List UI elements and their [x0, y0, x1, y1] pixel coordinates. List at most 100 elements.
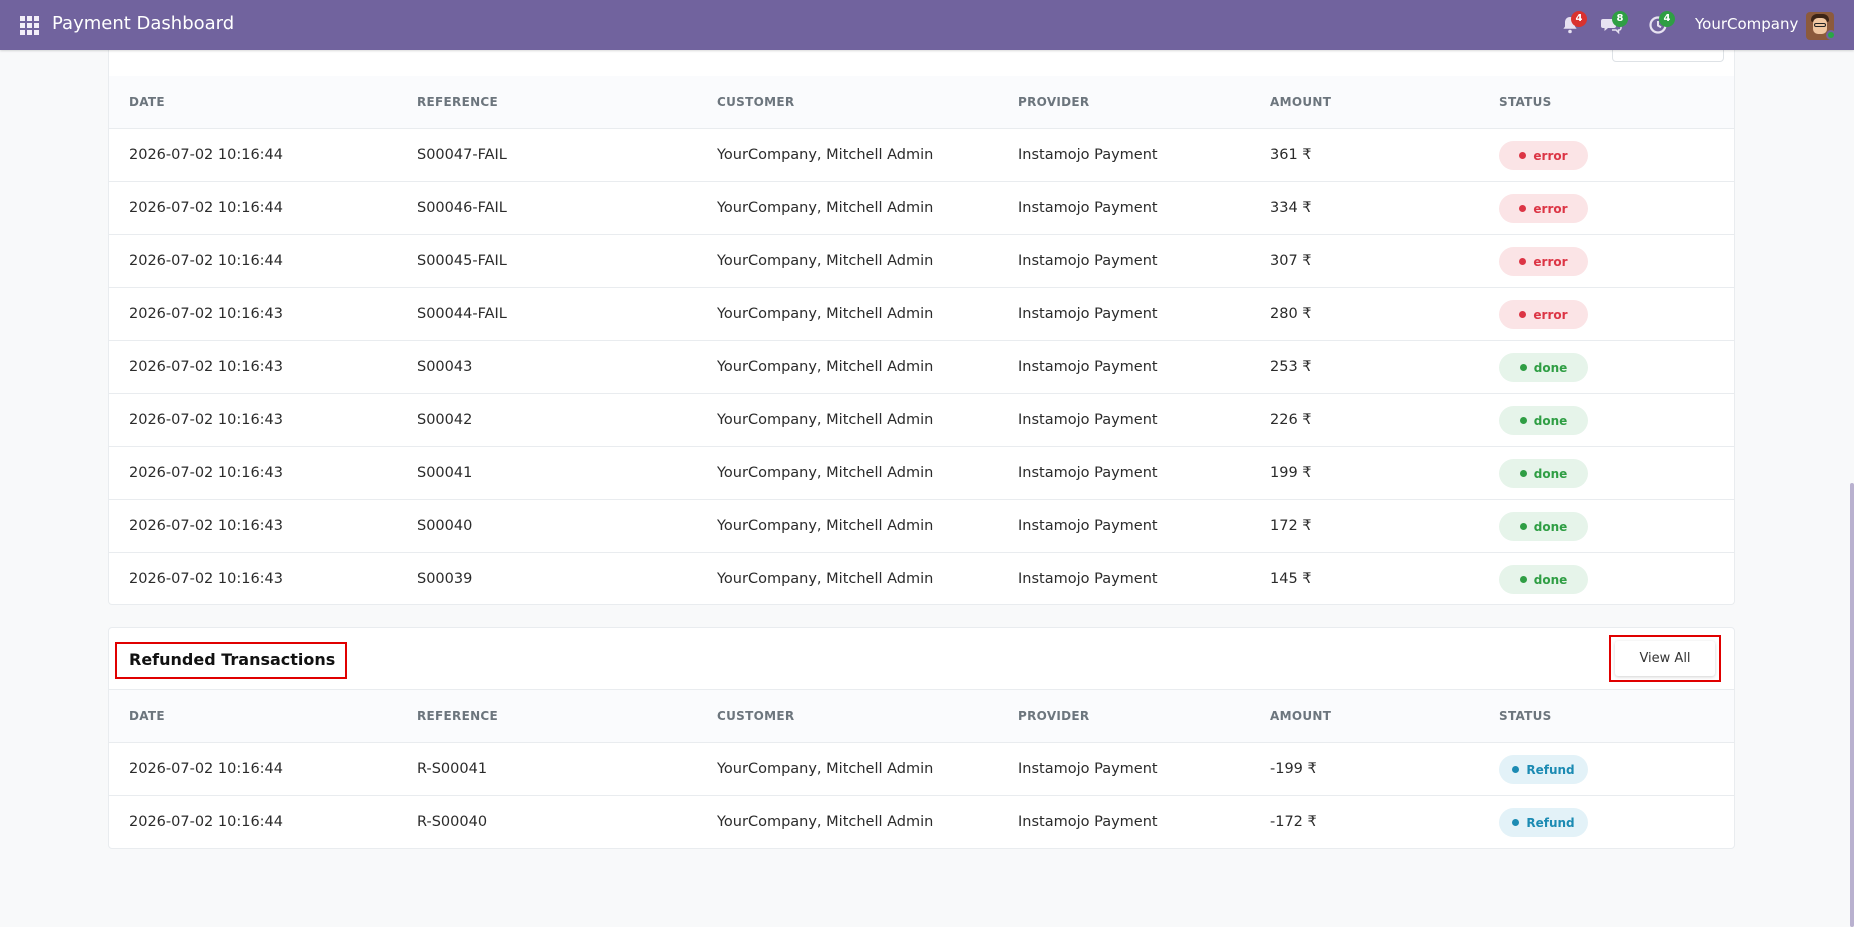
provider-cell: Instamojo Payment — [1018, 465, 1158, 481]
date-cell: 2026-07-02 10:16:44 — [129, 200, 283, 216]
card-header: Refunded Transactions View All — [109, 628, 1734, 690]
table-row[interactable]: 2026-07-02 10:16:44 S00045-FAIL YourComp… — [109, 235, 1734, 288]
customer-cell: YourCompany, Mitchell Admin — [717, 147, 934, 163]
online-status-dot — [1826, 30, 1836, 40]
column-header-provider[interactable]: PROVIDER — [1018, 690, 1089, 743]
customer-cell: YourCompany, Mitchell Admin — [717, 306, 934, 322]
refunded-transactions-title: Refunded Transactions — [115, 642, 348, 679]
date-cell: 2026-07-02 10:16:44 — [129, 761, 283, 777]
reference-cell: S00039 — [417, 571, 473, 587]
table-row[interactable]: 2026-07-02 10:16:44 S00046-FAIL YourComp… — [109, 182, 1734, 235]
notifications-button[interactable]: 4 — [1559, 11, 1587, 36]
transactions-card: DATE REFERENCE CUSTOMER PROVIDER AMOUNT … — [108, 26, 1735, 606]
customer-cell: YourCompany, Mitchell Admin — [717, 253, 934, 269]
amount-cell: 172 ₹ — [1270, 518, 1312, 534]
table-row[interactable]: 2026-07-02 10:16:43 S00044-FAIL YourComp… — [109, 288, 1734, 341]
provider-cell: Instamojo Payment — [1018, 518, 1158, 534]
messages-button[interactable]: 8 — [1600, 11, 1628, 36]
column-header-date[interactable]: DATE — [129, 76, 165, 129]
table-header: DATE REFERENCE CUSTOMER PROVIDER AMOUNT … — [109, 76, 1734, 129]
amount-cell: 280 ₹ — [1270, 306, 1312, 322]
table-row[interactable]: 2026-07-02 10:16:44 S00047-FAIL YourComp… — [109, 129, 1734, 182]
table-header: DATE REFERENCE CUSTOMER PROVIDER AMOUNT … — [109, 690, 1734, 743]
date-cell: 2026-07-02 10:16:43 — [129, 571, 283, 587]
transactions-table: DATE REFERENCE CUSTOMER PROVIDER AMOUNT … — [109, 76, 1734, 606]
table-row[interactable]: 2026-07-02 10:16:44 R-S00040 YourCompany… — [109, 796, 1734, 849]
column-header-reference[interactable]: REFERENCE — [417, 76, 498, 129]
customer-cell: YourCompany, Mitchell Admin — [717, 814, 934, 830]
column-header-reference[interactable]: REFERENCE — [417, 690, 498, 743]
status-badge: Refund — [1499, 808, 1588, 837]
table-row[interactable]: 2026-07-02 10:16:43 S00041 YourCompany, … — [109, 447, 1734, 500]
date-cell: 2026-07-02 10:16:43 — [129, 465, 283, 481]
activities-count-badge: 4 — [1659, 11, 1675, 27]
reference-cell: S00045-FAIL — [417, 253, 507, 269]
column-header-customer[interactable]: CUSTOMER — [717, 76, 794, 129]
date-cell: 2026-07-02 10:16:44 — [129, 147, 283, 163]
refunded-table: DATE REFERENCE CUSTOMER PROVIDER AMOUNT … — [109, 690, 1734, 849]
amount-cell: -172 ₹ — [1270, 814, 1317, 830]
column-header-amount[interactable]: AMOUNT — [1270, 690, 1331, 743]
provider-cell: Instamojo Payment — [1018, 306, 1158, 322]
status-badge: Refund — [1499, 755, 1588, 784]
amount-cell: 307 ₹ — [1270, 253, 1312, 269]
amount-cell: 199 ₹ — [1270, 465, 1312, 481]
page-scrollbar[interactable] — [1850, 483, 1854, 927]
provider-cell: Instamojo Payment — [1018, 147, 1158, 163]
column-header-status[interactable]: STATUS — [1499, 76, 1552, 129]
reference-cell: S00042 — [417, 412, 473, 428]
provider-cell: Instamojo Payment — [1018, 253, 1158, 269]
table-row[interactable]: 2026-07-02 10:16:43 S00043 YourCompany, … — [109, 341, 1734, 394]
status-badge: error — [1499, 247, 1588, 276]
status-badge: done — [1499, 512, 1588, 541]
amount-cell: 226 ₹ — [1270, 412, 1312, 428]
refunded-transactions-card: Refunded Transactions View All DATE REFE… — [108, 627, 1735, 849]
amount-cell: -199 ₹ — [1270, 761, 1317, 777]
amount-cell: 361 ₹ — [1270, 147, 1312, 163]
app-title: Payment Dashboard — [52, 13, 235, 34]
date-cell: 2026-07-02 10:16:44 — [129, 253, 283, 269]
company-switcher[interactable]: YourCompany — [1695, 15, 1798, 33]
column-header-date[interactable]: DATE — [129, 690, 165, 743]
amount-cell: 334 ₹ — [1270, 200, 1312, 216]
activities-button[interactable]: 4 — [1647, 11, 1675, 36]
status-badge: done — [1499, 353, 1588, 382]
reference-cell: S00041 — [417, 465, 473, 481]
date-cell: 2026-07-02 10:16:43 — [129, 412, 283, 428]
customer-cell: YourCompany, Mitchell Admin — [717, 518, 934, 534]
apps-grid-icon[interactable] — [20, 16, 39, 35]
amount-cell: 253 ₹ — [1270, 359, 1312, 375]
date-cell: 2026-07-02 10:16:43 — [129, 359, 283, 375]
date-cell: 2026-07-02 10:16:44 — [129, 814, 283, 830]
customer-cell: YourCompany, Mitchell Admin — [717, 571, 934, 587]
reference-cell: R-S00041 — [417, 761, 488, 777]
date-cell: 2026-07-02 10:16:43 — [129, 518, 283, 534]
status-badge: error — [1499, 141, 1588, 170]
reference-cell: R-S00040 — [417, 814, 488, 830]
column-header-status[interactable]: STATUS — [1499, 690, 1552, 743]
provider-cell: Instamojo Payment — [1018, 200, 1158, 216]
table-row[interactable]: 2026-07-02 10:16:43 S00040 YourCompany, … — [109, 500, 1734, 553]
notifications-count-badge: 4 — [1571, 11, 1587, 27]
customer-cell: YourCompany, Mitchell Admin — [717, 200, 934, 216]
column-header-provider[interactable]: PROVIDER — [1018, 76, 1089, 129]
provider-cell: Instamojo Payment — [1018, 814, 1158, 830]
customer-cell: YourCompany, Mitchell Admin — [717, 359, 934, 375]
status-badge: error — [1499, 194, 1588, 223]
provider-cell: Instamojo Payment — [1018, 571, 1158, 587]
date-cell: 2026-07-02 10:16:43 — [129, 306, 283, 322]
reference-cell: S00043 — [417, 359, 473, 375]
messages-count-badge: 8 — [1612, 11, 1628, 27]
column-header-amount[interactable]: AMOUNT — [1270, 76, 1331, 129]
reference-cell: S00046-FAIL — [417, 200, 507, 216]
table-row[interactable]: 2026-07-02 10:16:43 S00039 YourCompany, … — [109, 553, 1734, 606]
column-header-customer[interactable]: CUSTOMER — [717, 690, 794, 743]
table-row[interactable]: 2026-07-02 10:16:44 R-S00041 YourCompany… — [109, 743, 1734, 796]
reference-cell: S00047-FAIL — [417, 147, 507, 163]
view-all-button[interactable]: View All — [1609, 635, 1721, 682]
provider-cell: Instamojo Payment — [1018, 359, 1158, 375]
provider-cell: Instamojo Payment — [1018, 761, 1158, 777]
reference-cell: S00044-FAIL — [417, 306, 507, 322]
table-row[interactable]: 2026-07-02 10:16:43 S00042 YourCompany, … — [109, 394, 1734, 447]
customer-cell: YourCompany, Mitchell Admin — [717, 412, 934, 428]
